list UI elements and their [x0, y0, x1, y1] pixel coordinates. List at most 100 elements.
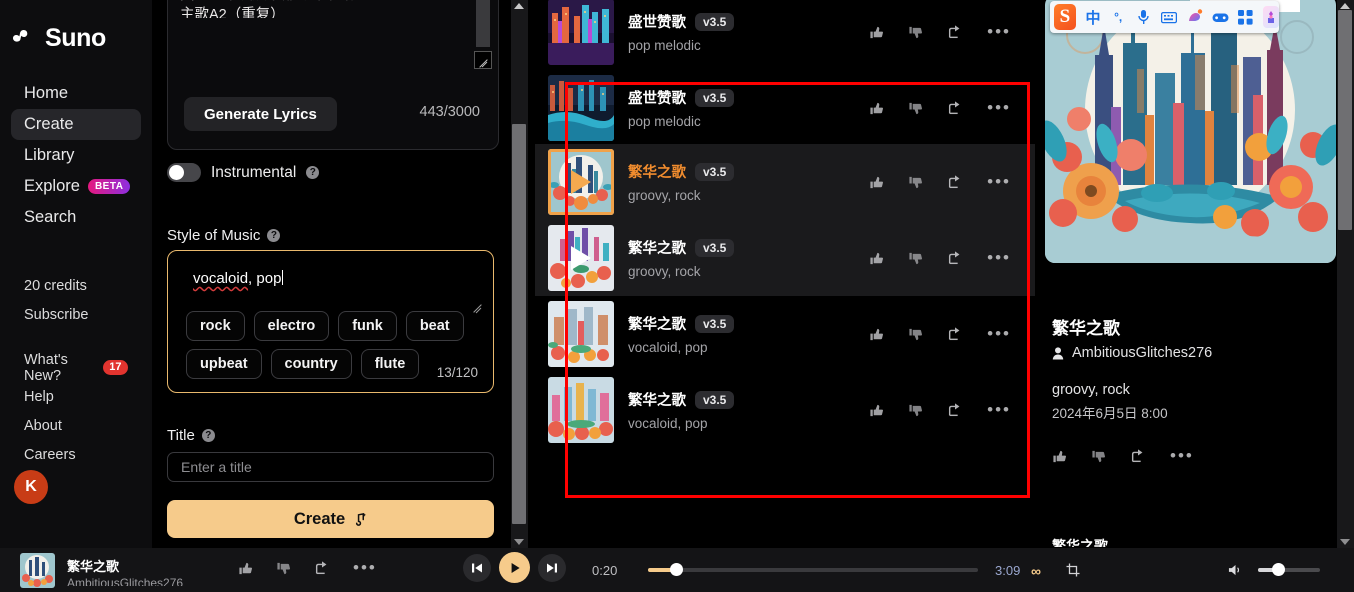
chip-beat[interactable]: beat	[405, 311, 464, 341]
doodle-icon[interactable]	[1186, 6, 1203, 28]
song-cover[interactable]	[548, 75, 614, 141]
thumbs-up-icon[interactable]	[869, 403, 884, 418]
play-pause-button[interactable]	[499, 552, 530, 583]
song-cover[interactable]	[548, 377, 614, 443]
create-button[interactable]: Create	[167, 500, 494, 538]
chip-flute[interactable]: flute	[360, 349, 420, 379]
ime-floating-toolbar[interactable]: S 中 °,	[1050, 1, 1279, 33]
apps-grid-icon[interactable]	[1238, 6, 1254, 28]
loop-infinite-button[interactable]: ∞	[1031, 563, 1041, 579]
style-of-music-input[interactable]: vocaloid, pop	[193, 270, 284, 287]
ime-tools-icon[interactable]	[1262, 6, 1279, 28]
thumbs-up-icon[interactable]	[869, 251, 884, 266]
thumbs-down-icon[interactable]	[908, 327, 923, 342]
lyrics-textarea[interactable]: 副歌B 繁华的国家啊 你是我们的骄傲 青山绿水间 我们共筑美好 国泰民安歌声高 …	[180, 0, 470, 18]
thumbs-up-icon[interactable]	[869, 101, 884, 116]
whats-new-link[interactable]: What's New? 17	[0, 352, 152, 384]
about-link[interactable]: About	[0, 411, 152, 440]
more-options-icon[interactable]: •••	[353, 559, 377, 576]
share-icon[interactable]	[947, 402, 963, 418]
thumbs-up-icon[interactable]	[869, 175, 884, 190]
help-link[interactable]: Help	[0, 382, 152, 411]
main-scrollbar[interactable]	[511, 0, 528, 548]
keyboard-icon[interactable]	[1160, 6, 1177, 28]
song-cover[interactable]	[548, 225, 614, 291]
thumbs-up-icon[interactable]	[869, 327, 884, 342]
crop-trim-button[interactable]	[1066, 563, 1080, 582]
scrollbar-thumb[interactable]	[512, 124, 526, 524]
table-row[interactable]: 繁华之歌 v3.5 vocaloid, pop •••	[535, 372, 1035, 448]
scrollbar-thumb[interactable]	[1338, 10, 1352, 230]
title-input[interactable]	[167, 452, 494, 482]
table-row[interactable]: 盛世赞歌 v3.5 pop melodic •••	[535, 0, 1035, 70]
chip-upbeat[interactable]: upbeat	[186, 349, 262, 379]
more-options-icon[interactable]: •••	[987, 249, 1011, 266]
sidebar-item-create[interactable]: Create	[11, 109, 141, 140]
chip-country[interactable]: country	[270, 349, 352, 379]
thumbs-down-icon[interactable]	[908, 403, 923, 418]
ime-chinese-mode-icon[interactable]: 中	[1085, 6, 1101, 28]
share-icon[interactable]	[947, 100, 963, 116]
game-icon[interactable]	[1212, 6, 1229, 28]
generate-lyrics-button[interactable]: Generate Lyrics	[184, 97, 337, 131]
lyrics-scrollbar[interactable]: ▼	[476, 0, 490, 61]
song-cover[interactable]	[548, 0, 614, 65]
scroll-up-arrow-icon[interactable]	[1340, 3, 1350, 9]
volume-button[interactable]	[1228, 563, 1243, 582]
scroll-down-arrow-icon[interactable]	[1340, 539, 1350, 545]
share-icon[interactable]	[947, 24, 963, 40]
more-options-icon[interactable]: •••	[987, 99, 1011, 116]
thumbs-up-icon[interactable]	[869, 25, 884, 40]
table-row[interactable]: 繁华之歌 v3.5 vocaloid, pop •••	[535, 296, 1035, 372]
song-cover[interactable]	[548, 149, 614, 215]
play-icon[interactable]	[571, 246, 591, 270]
sidebar-item-library[interactable]: Library	[11, 140, 141, 171]
instrumental-toggle[interactable]	[167, 163, 201, 182]
share-icon[interactable]	[947, 326, 963, 342]
more-options-icon[interactable]: •••	[987, 401, 1011, 418]
help-icon[interactable]: ?	[201, 429, 215, 442]
help-icon[interactable]: ?	[267, 229, 281, 242]
previous-track-button[interactable]	[463, 553, 491, 582]
more-options-icon[interactable]: •••	[987, 23, 1011, 40]
share-icon[interactable]	[947, 174, 963, 190]
share-icon[interactable]	[1130, 448, 1146, 464]
song-cover[interactable]	[548, 301, 614, 367]
scroll-down-arrow-icon[interactable]	[514, 539, 524, 545]
next-track-button[interactable]	[538, 553, 566, 582]
more-options-icon[interactable]: •••	[987, 325, 1011, 342]
share-icon[interactable]	[314, 560, 330, 576]
brand-logo-area[interactable]: Suno	[0, 16, 152, 56]
thumbs-down-icon[interactable]	[908, 251, 923, 266]
ime-punctuation-icon[interactable]: °,	[1110, 6, 1126, 28]
volume-handle[interactable]	[1272, 563, 1285, 576]
avatar[interactable]: K	[14, 470, 48, 504]
more-options-icon[interactable]: •••	[1170, 447, 1194, 464]
microphone-icon[interactable]	[1135, 6, 1151, 28]
table-row[interactable]: 繁华之歌 v3.5 groovy, rock •••	[535, 144, 1035, 220]
detail-scrollbar[interactable]	[1337, 0, 1354, 548]
volume-slider[interactable]	[1258, 562, 1320, 578]
table-row[interactable]: 繁华之歌 v3.5 groovy, rock •••	[535, 220, 1035, 296]
thumbs-up-icon[interactable]	[1052, 449, 1067, 464]
chip-electro[interactable]: electro	[253, 311, 330, 341]
thumbs-down-icon[interactable]	[908, 101, 923, 116]
detail-user-row[interactable]: AmbitiousGlitches276	[1052, 345, 1212, 361]
help-icon[interactable]: ?	[306, 166, 320, 179]
player-album-art[interactable]	[20, 553, 55, 588]
sidebar-item-search[interactable]: Search	[11, 202, 141, 233]
textarea-resize-handle[interactable]	[474, 51, 492, 69]
thumbs-down-icon[interactable]	[908, 25, 923, 40]
more-options-icon[interactable]: •••	[987, 173, 1011, 190]
careers-link[interactable]: Careers	[0, 440, 152, 469]
sidebar-item-home[interactable]: Home	[11, 78, 141, 109]
scroll-up-arrow-icon[interactable]	[514, 3, 524, 9]
table-row[interactable]: 盛世赞歌 v3.5 pop melodic •••	[535, 70, 1035, 146]
thumbs-down-icon[interactable]	[1091, 449, 1106, 464]
sogou-logo-icon[interactable]: S	[1054, 4, 1076, 30]
player-seek-bar[interactable]	[648, 562, 978, 578]
chip-rock[interactable]: rock	[186, 311, 245, 341]
chip-funk[interactable]: funk	[338, 311, 397, 341]
share-icon[interactable]	[947, 250, 963, 266]
thumbs-down-icon[interactable]	[276, 561, 291, 576]
